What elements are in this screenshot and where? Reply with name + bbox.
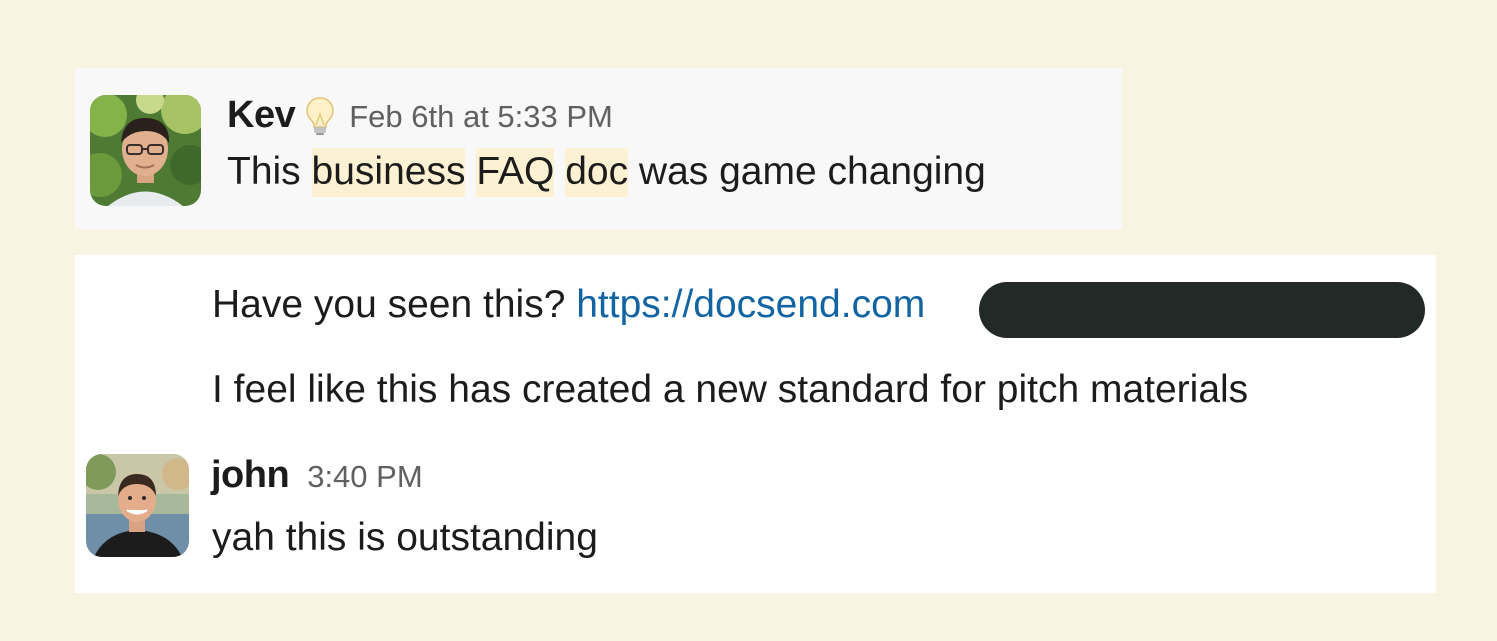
highlighted-word: business <box>311 148 466 197</box>
message-timestamp[interactable]: Feb 6th at 5:33 PM <box>349 99 613 135</box>
message-timestamp[interactable]: 3:40 PM <box>307 459 422 495</box>
highlighted-word: doc <box>565 148 629 197</box>
text-segment: Have you seen this? <box>212 283 566 326</box>
message-header-john: john 3:40 PM <box>211 454 423 497</box>
message-text-john: yah this is outstanding <box>212 516 598 559</box>
message-card-thread: Have you seen this? https://docsend.com … <box>75 255 1436 593</box>
avatar-john[interactable] <box>86 454 189 557</box>
author-name[interactable]: Kev <box>227 94 296 137</box>
message-header-kev: Kev Feb 6th at 5:33 PM <box>227 94 613 137</box>
message-text-line-2: I feel like this has created a new stand… <box>212 368 1249 411</box>
highlighted-word: FAQ <box>476 148 555 197</box>
lightbulb-icon[interactable] <box>305 96 335 136</box>
docsend-link[interactable]: https://docsend.com <box>576 283 925 326</box>
redaction-bar <box>979 282 1425 338</box>
message-card-kev: Kev Feb 6th at 5:33 PM This business FAQ… <box>75 68 1122 229</box>
text-segment: was game changing <box>638 150 986 193</box>
message-text-kev: This business FAQ doc was game changing <box>227 148 986 197</box>
text-segment: This <box>227 150 301 193</box>
author-name[interactable]: john <box>211 454 290 497</box>
avatar-kev[interactable] <box>90 95 201 206</box>
message-text-line-1: Have you seen this? https://docsend.com <box>212 283 925 327</box>
